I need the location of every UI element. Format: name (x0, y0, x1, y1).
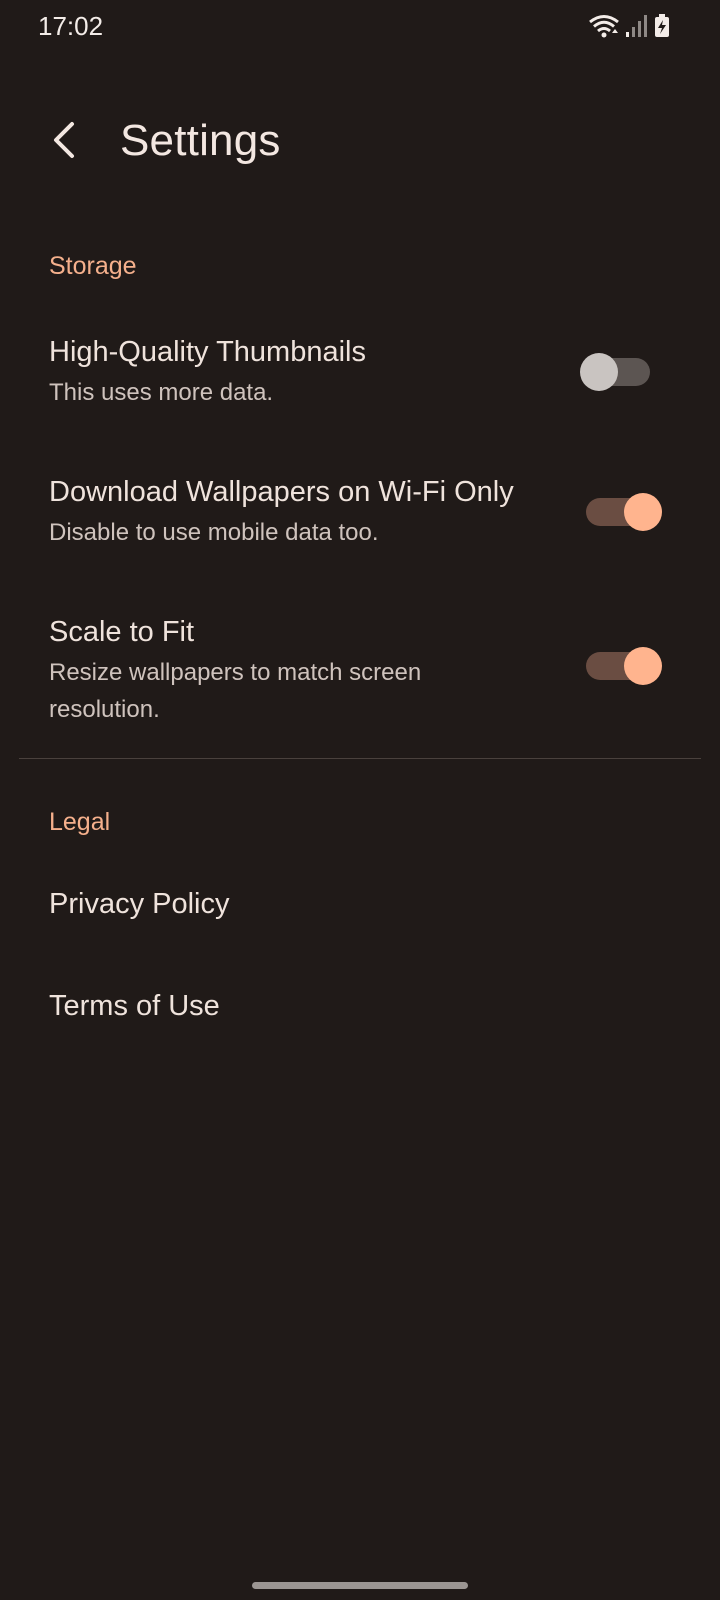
page-title: Settings (120, 116, 281, 165)
section-header-storage: Storage (49, 252, 137, 280)
pref-summary: Disable to use mobile data too. (49, 519, 379, 546)
back-button[interactable] (40, 118, 88, 166)
status-bar: 17:02 (0, 0, 720, 52)
toggle-thumb (580, 353, 618, 391)
terms-of-use-label: Terms of Use (49, 990, 220, 1022)
battery-charging-icon (654, 14, 670, 43)
pref-title: Scale to Fit (49, 616, 195, 648)
signal-icon (626, 14, 648, 43)
section-header-legal: Legal (49, 808, 111, 836)
status-icons (588, 13, 670, 44)
privacy-policy-label: Privacy Policy (49, 888, 230, 920)
wifi-icon (588, 13, 620, 44)
pref-title: High-Quality Thumbnails (49, 336, 366, 368)
pref-download-wifi-only[interactable]: Download Wallpapers on Wi-Fi Only Disabl… (0, 458, 720, 568)
pref-high-quality-thumbnails[interactable]: High-Quality Thumbnails This uses more d… (0, 318, 720, 428)
pref-title: Download Wallpapers on Wi-Fi Only (49, 476, 514, 508)
gesture-nav-handle[interactable] (252, 1582, 468, 1589)
pref-scale-to-fit[interactable]: Scale to Fit Resize wallpapers to match … (0, 598, 720, 738)
chevron-left-icon (52, 121, 76, 164)
privacy-policy-link[interactable]: Privacy Policy (0, 864, 720, 954)
wifi-only-toggle[interactable] (586, 493, 662, 531)
section-divider (19, 758, 701, 759)
pref-summary: Resize wallpapers to match screen resolu… (49, 659, 422, 723)
status-time: 17:02 (38, 11, 104, 41)
toggle-thumb (624, 647, 662, 685)
thumbnails-toggle[interactable] (580, 353, 650, 391)
terms-of-use-link[interactable]: Terms of Use (0, 966, 720, 1056)
scale-to-fit-toggle[interactable] (586, 647, 662, 685)
toggle-thumb (624, 493, 662, 531)
top-app-bar: Settings (0, 96, 720, 196)
pref-summary: This uses more data. (49, 379, 274, 406)
